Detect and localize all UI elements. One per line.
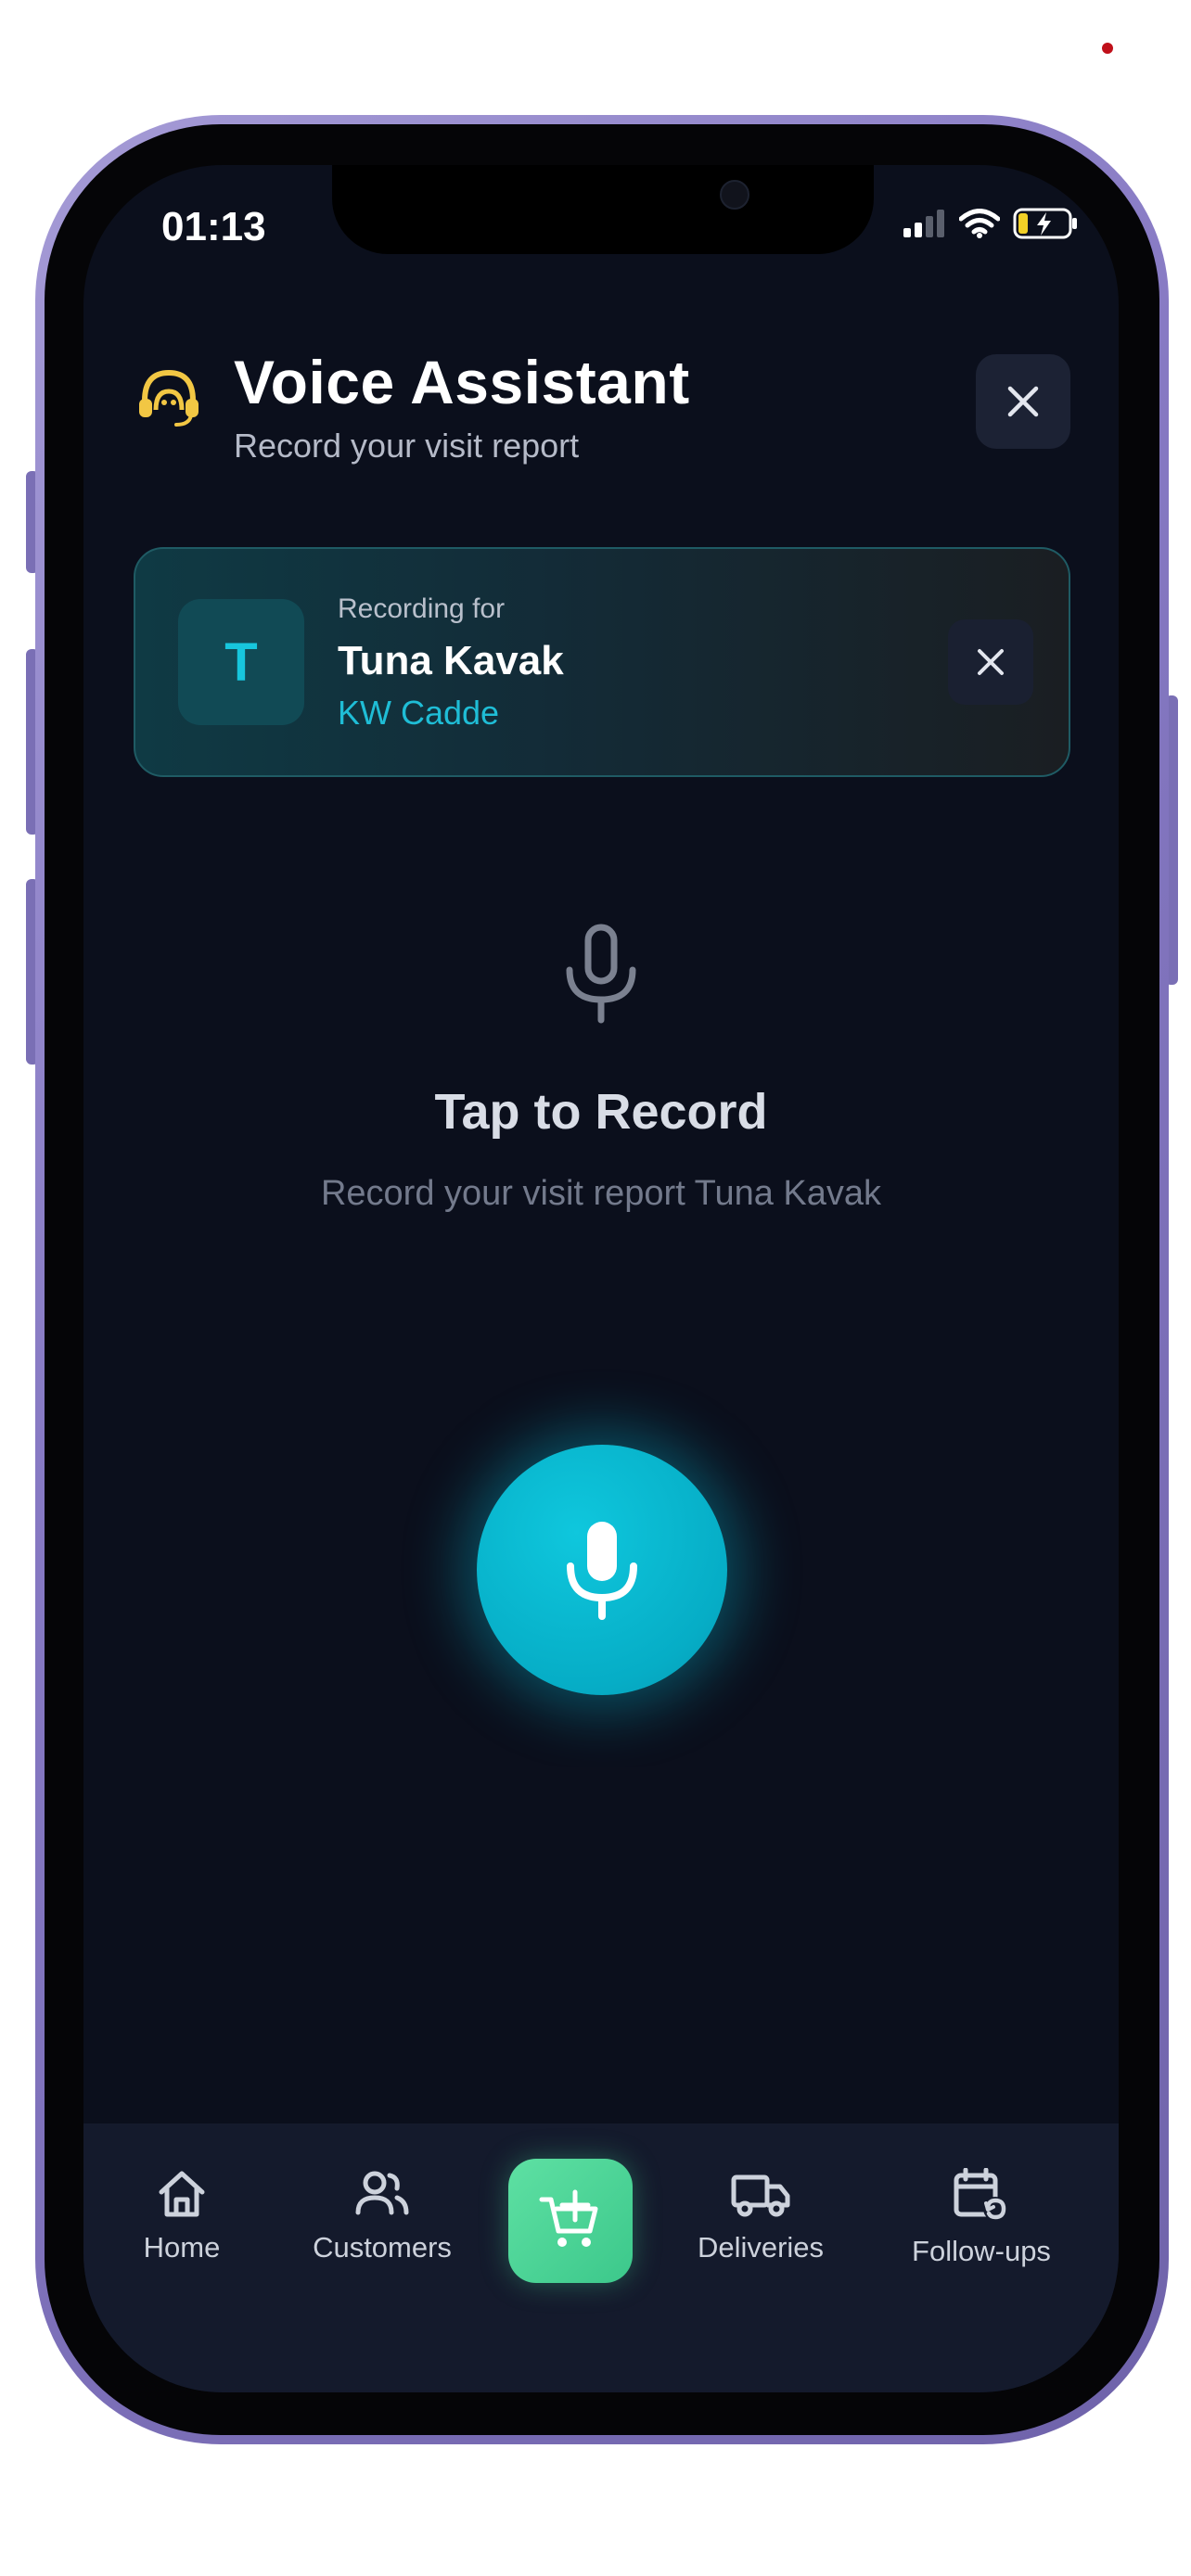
notch xyxy=(332,165,874,254)
recording-customer-card: T Recording for Tuna Kavak KW Cadde xyxy=(134,547,1070,777)
cellular-signal-icon xyxy=(903,210,944,237)
close-icon xyxy=(978,649,1004,675)
page-subtitle: Record your visit report xyxy=(234,427,580,465)
headset-icon xyxy=(139,369,198,427)
truck-icon xyxy=(731,2174,790,2217)
tap-to-record-subtitle: Record your visit report Tuna Kavak xyxy=(320,1174,882,1213)
nav-item-deliveries[interactable]: Deliveries xyxy=(668,2168,853,2264)
customer-name: Tuna Kavak xyxy=(338,638,564,683)
close-assistant-button[interactable] xyxy=(976,354,1070,449)
microphone-icon xyxy=(566,924,636,1024)
nav-item-home[interactable]: Home xyxy=(89,2168,275,2264)
page-title: Voice Assistant xyxy=(234,348,690,416)
status-time: 01:13 xyxy=(161,204,266,249)
page: 01:13 Voice Assistant Record your visit … xyxy=(0,0,1191,2576)
nav-label-customers: Customers xyxy=(313,2231,452,2264)
home-icon xyxy=(159,2171,205,2217)
recording-indicator-dot xyxy=(1102,43,1113,54)
calendar-refresh-icon xyxy=(954,2168,1007,2221)
nav-label-follow-ups: Follow-ups xyxy=(912,2235,1051,2267)
wifi-icon xyxy=(959,209,1000,238)
clear-customer-button[interactable] xyxy=(948,619,1033,705)
nav-label-home: Home xyxy=(143,2231,221,2264)
front-camera-icon xyxy=(720,180,749,210)
users-icon xyxy=(355,2171,409,2215)
tap-to-record-title: Tap to Record xyxy=(434,1084,768,1140)
new-order-button[interactable] xyxy=(508,2159,633,2283)
nav-item-follow-ups[interactable]: Follow-ups xyxy=(889,2168,1074,2268)
record-button[interactable] xyxy=(477,1445,727,1695)
close-icon xyxy=(1007,386,1039,417)
nav-item-customers[interactable]: Customers xyxy=(289,2168,475,2264)
recording-for-label: Recording for xyxy=(338,593,506,624)
customer-avatar: T xyxy=(178,599,304,725)
cart-plus-icon xyxy=(539,2189,598,2247)
customer-company: KW Cadde xyxy=(338,694,500,732)
app-screen: 01:13 Voice Assistant Record your visit … xyxy=(83,165,1119,2392)
nav-label-deliveries: Deliveries xyxy=(697,2231,825,2264)
battery-charging-icon xyxy=(1013,208,1077,239)
status-icons xyxy=(903,208,1080,239)
microphone-icon xyxy=(567,1522,637,1620)
